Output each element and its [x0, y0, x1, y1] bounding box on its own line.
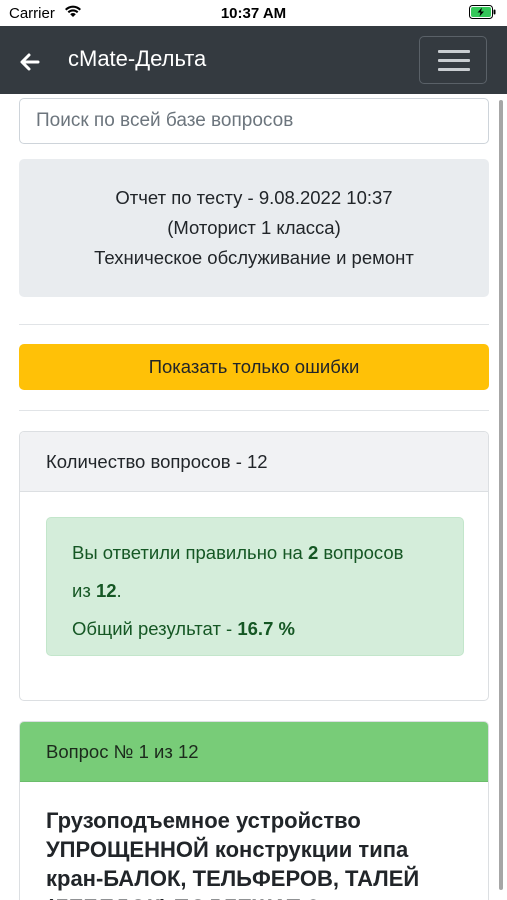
report-title: Отчет по тесту - 9.08.2022 10:37 — [115, 187, 393, 208]
report-topic: Техническое обслуживание и ремонт — [94, 247, 414, 268]
result-alert: Вы ответили правильно на 2 вопросов из 1… — [46, 517, 464, 656]
main-content[interactable]: Отчет по тесту - 9.08.2022 10:37 (Мотори… — [0, 94, 507, 900]
search-input[interactable] — [19, 98, 489, 144]
status-time: 10:37 AM — [220, 5, 287, 22]
report-card: Отчет по тесту - 9.08.2022 10:37 (Мотори… — [19, 159, 489, 297]
total-count: 12 — [95, 580, 117, 601]
show-errors-button[interactable]: Показать только ошибки — [19, 344, 489, 390]
question-card: Вопрос № 1 из 12 Грузоподъемное устройст… — [19, 721, 489, 900]
stats-card: Количество вопросов - 12 Вы ответили пра… — [19, 431, 489, 701]
correct-count: 2 — [307, 542, 319, 563]
question-header: Вопрос № 1 из 12 — [20, 722, 488, 782]
stats-header: Количество вопросов - 12 — [20, 432, 488, 492]
status-bar: Carrier 10:37 AM — [0, 0, 507, 26]
overall-result-line: Общий результат - 16.7 % — [72, 618, 295, 639]
report-position: (Моторист 1 класса) — [167, 217, 341, 238]
battery-charging-icon — [469, 5, 497, 23]
hamburger-menu-icon[interactable] — [419, 36, 487, 84]
overall-result-value: 16.7 % — [237, 618, 295, 639]
divider — [19, 410, 489, 411]
scrollbar[interactable] — [499, 100, 503, 890]
total-line: из 12. — [72, 580, 122, 601]
arrow-left-icon[interactable] — [16, 48, 44, 76]
app-title: cMate-Дельта — [68, 46, 207, 71]
top-navbar: cMate-Дельта — [0, 26, 507, 94]
correct-answers-line: Вы ответили правильно на 2 вопросов — [72, 542, 404, 563]
divider — [19, 324, 489, 325]
question-text: Грузоподъемное устройство УПРОЩЕННОЙ кон… — [46, 808, 420, 900]
